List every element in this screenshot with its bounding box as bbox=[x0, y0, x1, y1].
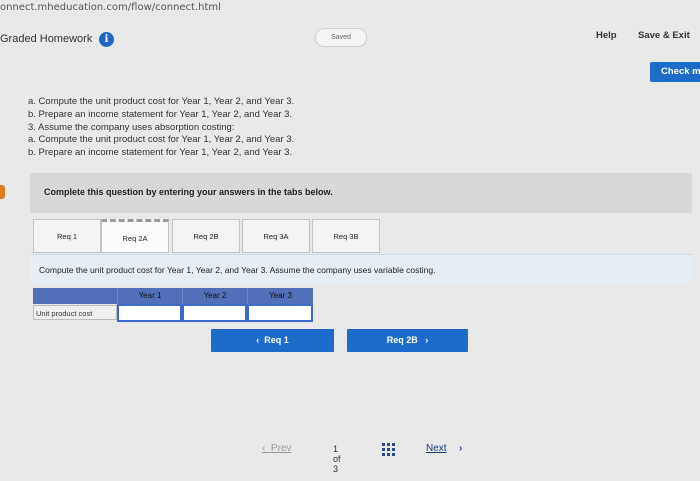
save-exit-button[interactable]: Save & Exit bbox=[638, 30, 690, 41]
chevron-left-icon: ‹ bbox=[256, 335, 260, 345]
prev-req-label: Req 1 bbox=[264, 335, 289, 345]
row-label-unit-product-cost: Unit product cost bbox=[33, 305, 117, 320]
question-text: Compute the unit product cost for Year 1… bbox=[39, 265, 436, 275]
tab-req-2b[interactable]: Req 2B bbox=[172, 219, 240, 253]
column-header-year-2: Year 2 bbox=[182, 288, 247, 304]
browser-url[interactable]: onnect.mheducation.com/flow/connect.html bbox=[0, 2, 221, 13]
tab-req-3a[interactable]: Req 3A bbox=[242, 219, 310, 253]
header: Graded Homework i Saved Help Save & Exit bbox=[0, 18, 700, 56]
prev-req-button[interactable]: ‹ Req 1 bbox=[211, 329, 334, 352]
year-1-input[interactable] bbox=[117, 304, 182, 322]
instruction-line: a. Compute the unit product cost for Yea… bbox=[28, 134, 295, 146]
column-header-year-3: Year 3 bbox=[247, 288, 313, 304]
page-title: Graded Homework bbox=[0, 33, 93, 45]
column-header-year-1: Year 1 bbox=[117, 288, 182, 304]
tab-req-2a[interactable]: Req 2A bbox=[101, 219, 169, 253]
next-page-link[interactable]: Next bbox=[426, 443, 447, 454]
tab-req-1[interactable]: Req 1 bbox=[33, 219, 101, 253]
instructions: a. Compute the unit product cost for Yea… bbox=[28, 96, 294, 160]
prev-page-link[interactable]: ‹ Prev bbox=[262, 443, 291, 454]
chevron-right-icon[interactable]: › bbox=[459, 443, 462, 454]
tab-req-3b[interactable]: Req 3B bbox=[312, 219, 380, 253]
chevron-right-icon: › bbox=[425, 335, 429, 345]
page-count: 1 of 3 bbox=[333, 444, 341, 474]
instruction-line: b. Prepare an income statement for Year … bbox=[28, 147, 293, 159]
saved-badge: Saved bbox=[315, 28, 367, 47]
year-3-input[interactable] bbox=[247, 304, 313, 322]
next-req-button[interactable]: Req 2B › bbox=[347, 329, 468, 352]
instruction-panel: Complete this question by entering your … bbox=[30, 173, 692, 213]
year-2-input[interactable] bbox=[182, 304, 247, 322]
instruction-line: a. Compute the unit product cost for Yea… bbox=[28, 96, 295, 107]
question-grid-icon[interactable] bbox=[382, 443, 396, 457]
question-bar: Compute the unit product cost for Year 1… bbox=[30, 254, 692, 283]
next-req-label: Req 2B bbox=[386, 335, 418, 345]
instruction-line: b. Prepare an income statement for Year … bbox=[28, 108, 293, 120]
chevron-left-icon: ‹ bbox=[262, 443, 266, 454]
prev-label: Prev bbox=[270, 443, 292, 454]
check-my-work-button[interactable]: Check m bbox=[650, 62, 700, 82]
help-link[interactable]: Help bbox=[596, 30, 617, 41]
panel-text: Complete this question by entering your … bbox=[44, 187, 333, 197]
instruction-line: 3. Assume the company uses absorption co… bbox=[28, 121, 235, 133]
info-icon[interactable]: i bbox=[99, 32, 114, 47]
question-marker bbox=[0, 185, 5, 199]
